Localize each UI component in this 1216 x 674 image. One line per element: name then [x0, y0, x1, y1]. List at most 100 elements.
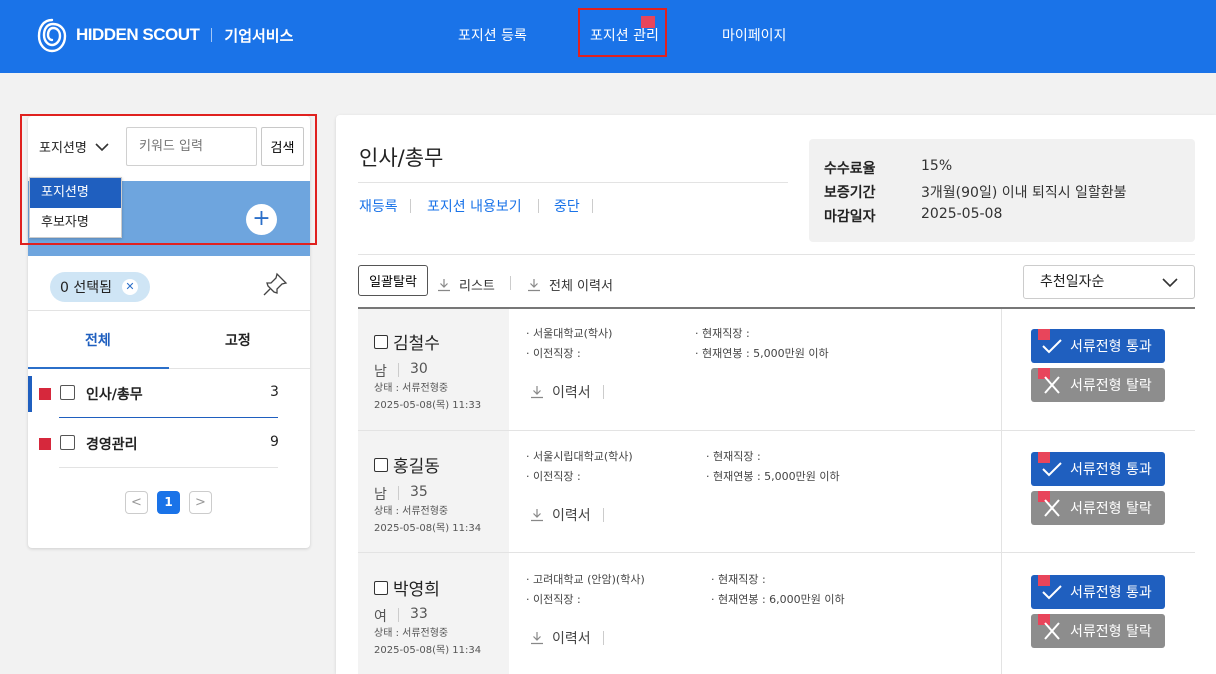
search-button[interactable]: 검색: [261, 127, 304, 166]
spiral-logo-icon: [37, 18, 67, 53]
candidate-school: · 서울시립대학교(학사): [526, 450, 633, 463]
position-item-count: 9: [270, 434, 279, 450]
candidate-age: 33: [410, 606, 428, 622]
dropdown-option-candidate[interactable]: 후보자명: [30, 208, 121, 238]
fee-rate-label: 수수료율: [824, 161, 876, 177]
candidate-date: 2025-05-08(목) 11:33: [374, 400, 482, 411]
candidate-name[interactable]: 김철수: [374, 329, 440, 354]
candidate-date: 2025-05-08(목) 11:34: [374, 523, 482, 534]
fee-rate-value: 15%: [921, 158, 953, 174]
all-resume-download-link[interactable]: 전체 이력서: [527, 275, 613, 294]
fail-label: 서류전형 탈락: [1070, 378, 1152, 394]
position-item-name[interactable]: 경영관리: [86, 434, 138, 454]
candidate-cur-job: · 현재직장 :: [695, 327, 750, 340]
check-icon: [1042, 339, 1062, 354]
close-icon: [1044, 622, 1060, 640]
brand-divider: [211, 28, 213, 42]
pass-label: 서류전형 통과: [1070, 585, 1152, 601]
bulk-reject-button[interactable]: 일괄탈락: [358, 265, 428, 296]
tab-pinned[interactable]: 고정: [225, 330, 251, 350]
deadline-label: 마감일자: [824, 209, 876, 225]
all-resume-label: 전체 이력서: [549, 279, 613, 294]
divider: [28, 310, 310, 311]
clear-selection-icon[interactable]: ✕: [122, 279, 138, 295]
check-icon: [1042, 462, 1062, 477]
section-divider: [358, 254, 1195, 255]
candidate-salary: · 현재연봉 : 6,000만원 이하: [711, 593, 845, 606]
resume-label: 이력서: [552, 631, 591, 647]
column-divider: [1001, 431, 1002, 552]
candidate-name-label: 박영희: [393, 580, 440, 600]
close-icon: [1044, 499, 1060, 517]
search-type-label: 포지션명: [39, 141, 87, 156]
resume-label: 이력서: [552, 385, 591, 401]
search-type-select[interactable]: 포지션명: [39, 137, 109, 156]
candidate-prev-job: · 이전직장 :: [526, 347, 581, 360]
candidate-checkbox[interactable]: [374, 334, 388, 349]
dropdown-option-position[interactable]: 포지션명: [30, 178, 121, 208]
bookmark-flag-icon: [39, 388, 51, 400]
list-download-link[interactable]: 리스트: [437, 275, 495, 294]
active-position-bar: [28, 376, 32, 412]
download-icon: [531, 632, 543, 645]
nav-position-register[interactable]: 포지션 등록: [458, 25, 527, 45]
candidate-salary: · 현재연봉 : 5,000만원 이하: [706, 470, 840, 483]
bookmark-flag-icon: [39, 438, 51, 450]
brand-name: HIDDEN SCOUT: [76, 25, 200, 44]
candidate-name[interactable]: 박영희: [374, 575, 440, 600]
meta-separator: [398, 486, 399, 500]
resume-download-link[interactable]: 이력서: [530, 628, 604, 648]
resume-download-link[interactable]: 이력서: [530, 505, 604, 525]
fail-document-button[interactable]: 서류전형 탈락: [1031, 491, 1165, 525]
active-row-underline: [59, 417, 278, 418]
candidate-checkbox[interactable]: [374, 580, 388, 595]
candidate-status: 상태 : 서류전형중: [374, 506, 449, 517]
candidate-school: · 고려대학교 (안암)(학사): [526, 573, 645, 586]
pass-document-button[interactable]: 서류전형 통과: [1031, 452, 1165, 486]
list-download-label: 리스트: [459, 279, 495, 294]
link-separator: [538, 199, 539, 213]
position-item-name[interactable]: 인사/총무: [86, 384, 143, 404]
candidate-cur-job: · 현재직장 :: [711, 573, 766, 586]
pager-prev-button[interactable]: <: [125, 491, 148, 514]
column-divider: [1001, 309, 1002, 430]
fail-document-button[interactable]: 서류전형 탈락: [1031, 368, 1165, 402]
chevron-down-icon: [1162, 278, 1178, 288]
candidate-checkbox[interactable]: [374, 457, 388, 472]
resume-download-link[interactable]: 이력서: [530, 382, 604, 402]
nav-highlight-box: [578, 8, 667, 57]
guarantee-value: 3개월(90일) 이내 퇴직시 일할환불: [921, 185, 1127, 201]
guarantee-label: 보증기간: [824, 185, 876, 201]
pass-label: 서류전형 통과: [1070, 339, 1152, 355]
candidate-status: 상태 : 서류전형중: [374, 383, 449, 394]
candidate-school: · 서울대학교(학사): [526, 327, 613, 340]
candidate-name-label: 홍길동: [393, 457, 440, 477]
keyword-input[interactable]: [126, 127, 257, 166]
fail-document-button[interactable]: 서류전형 탈락: [1031, 614, 1165, 648]
candidate-date: 2025-05-08(목) 11:34: [374, 645, 482, 656]
candidate-age: 30: [410, 361, 428, 377]
candidate-name[interactable]: 홍길동: [374, 452, 440, 477]
sort-select[interactable]: 추천일자순: [1023, 265, 1195, 299]
nav-mypage[interactable]: 마이페이지: [722, 25, 786, 45]
position-checkbox[interactable]: [60, 435, 75, 450]
brand-logo[interactable]: HIDDEN SCOUT 기업서비스: [36, 16, 293, 54]
title-divider: [358, 182, 788, 183]
pass-document-button[interactable]: 서류전형 통과: [1031, 575, 1165, 609]
pass-document-button[interactable]: 서류전형 통과: [1031, 329, 1165, 363]
reregister-link[interactable]: 재등록: [359, 196, 398, 216]
view-position-link[interactable]: 포지션 내용보기: [427, 196, 522, 216]
meta-separator: [398, 363, 399, 377]
stop-link[interactable]: 중단: [554, 196, 580, 216]
download-icon: [531, 509, 543, 522]
tab-all[interactable]: 전체: [85, 330, 111, 350]
position-checkbox[interactable]: [60, 385, 75, 400]
pager-next-button[interactable]: >: [189, 491, 212, 514]
add-position-button[interactable]: +: [246, 204, 277, 235]
pager-current-page[interactable]: 1: [157, 491, 180, 514]
pin-icon[interactable]: [260, 270, 290, 300]
sort-select-value: 추천일자순: [1040, 274, 1105, 290]
candidate-prev-job: · 이전직장 :: [526, 470, 581, 483]
pass-label: 서류전형 통과: [1070, 462, 1152, 478]
row-divider: [59, 467, 278, 468]
